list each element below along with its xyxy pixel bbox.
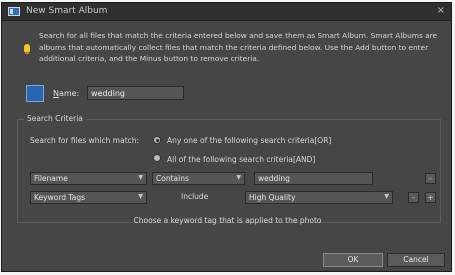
- criteria-field-select-1[interactable]: Filename ▼: [30, 172, 147, 185]
- criteria-hint-text: Choose a keyword tag that is applied to …: [133, 216, 322, 225]
- criteria-operator-value-1: Contains: [156, 174, 189, 183]
- window-title: New Smart Album: [26, 6, 108, 16]
- criteria-operator-select-1[interactable]: Contains ▼: [152, 172, 245, 185]
- search-criteria-legend: Search Criteria: [24, 114, 86, 123]
- remove-criteria-button-2[interactable]: -: [408, 192, 419, 203]
- chevron-down-icon: ▼: [138, 174, 143, 181]
- chevron-down-icon: ▼: [236, 174, 241, 181]
- criteria-field-value-2: Keyword Tags: [34, 193, 86, 202]
- radio-any-criteria-label[interactable]: Any one of the following search criteria…: [167, 136, 331, 145]
- remove-criteria-button-1[interactable]: -: [425, 173, 436, 184]
- new-smart-album-dialog: New Smart Album × Search for all files t…: [1, 2, 452, 272]
- instructions-text: Search for all files that match the crit…: [39, 31, 438, 63]
- search-criteria-group: [17, 119, 441, 223]
- radio-all-criteria[interactable]: [153, 154, 161, 162]
- smart-album-icon: [26, 85, 44, 102]
- add-criteria-button[interactable]: +: [425, 192, 436, 203]
- album-name-input[interactable]: [87, 86, 184, 100]
- search-match-label: Search for files which match:: [30, 136, 140, 145]
- cancel-button[interactable]: Cancel: [387, 253, 445, 267]
- criteria-value-select-2[interactable]: High Quality ▼: [245, 191, 393, 204]
- name-label: Name:: [53, 89, 79, 98]
- album-icon: [8, 7, 20, 16]
- criteria-value-2: High Quality: [249, 193, 296, 202]
- name-label-rest: ame:: [58, 89, 80, 98]
- criteria-field-select-2[interactable]: Keyword Tags ▼: [30, 191, 147, 204]
- ok-button[interactable]: OK: [323, 253, 383, 267]
- criteria-operator-label-2: Include: [181, 192, 209, 201]
- criteria-field-value-1: Filename: [34, 174, 68, 183]
- title-bar[interactable]: New Smart Album ×: [2, 3, 451, 21]
- criteria-value-input-1[interactable]: wedding: [254, 172, 373, 185]
- radio-any-criteria[interactable]: [153, 136, 161, 144]
- radio-all-criteria-label[interactable]: All of the following search criteria[AND…: [167, 155, 315, 164]
- chevron-down-icon: ▼: [384, 193, 389, 200]
- close-icon[interactable]: ×: [437, 5, 445, 16]
- lightbulb-icon: [24, 44, 30, 54]
- chevron-down-icon: ▼: [138, 193, 143, 200]
